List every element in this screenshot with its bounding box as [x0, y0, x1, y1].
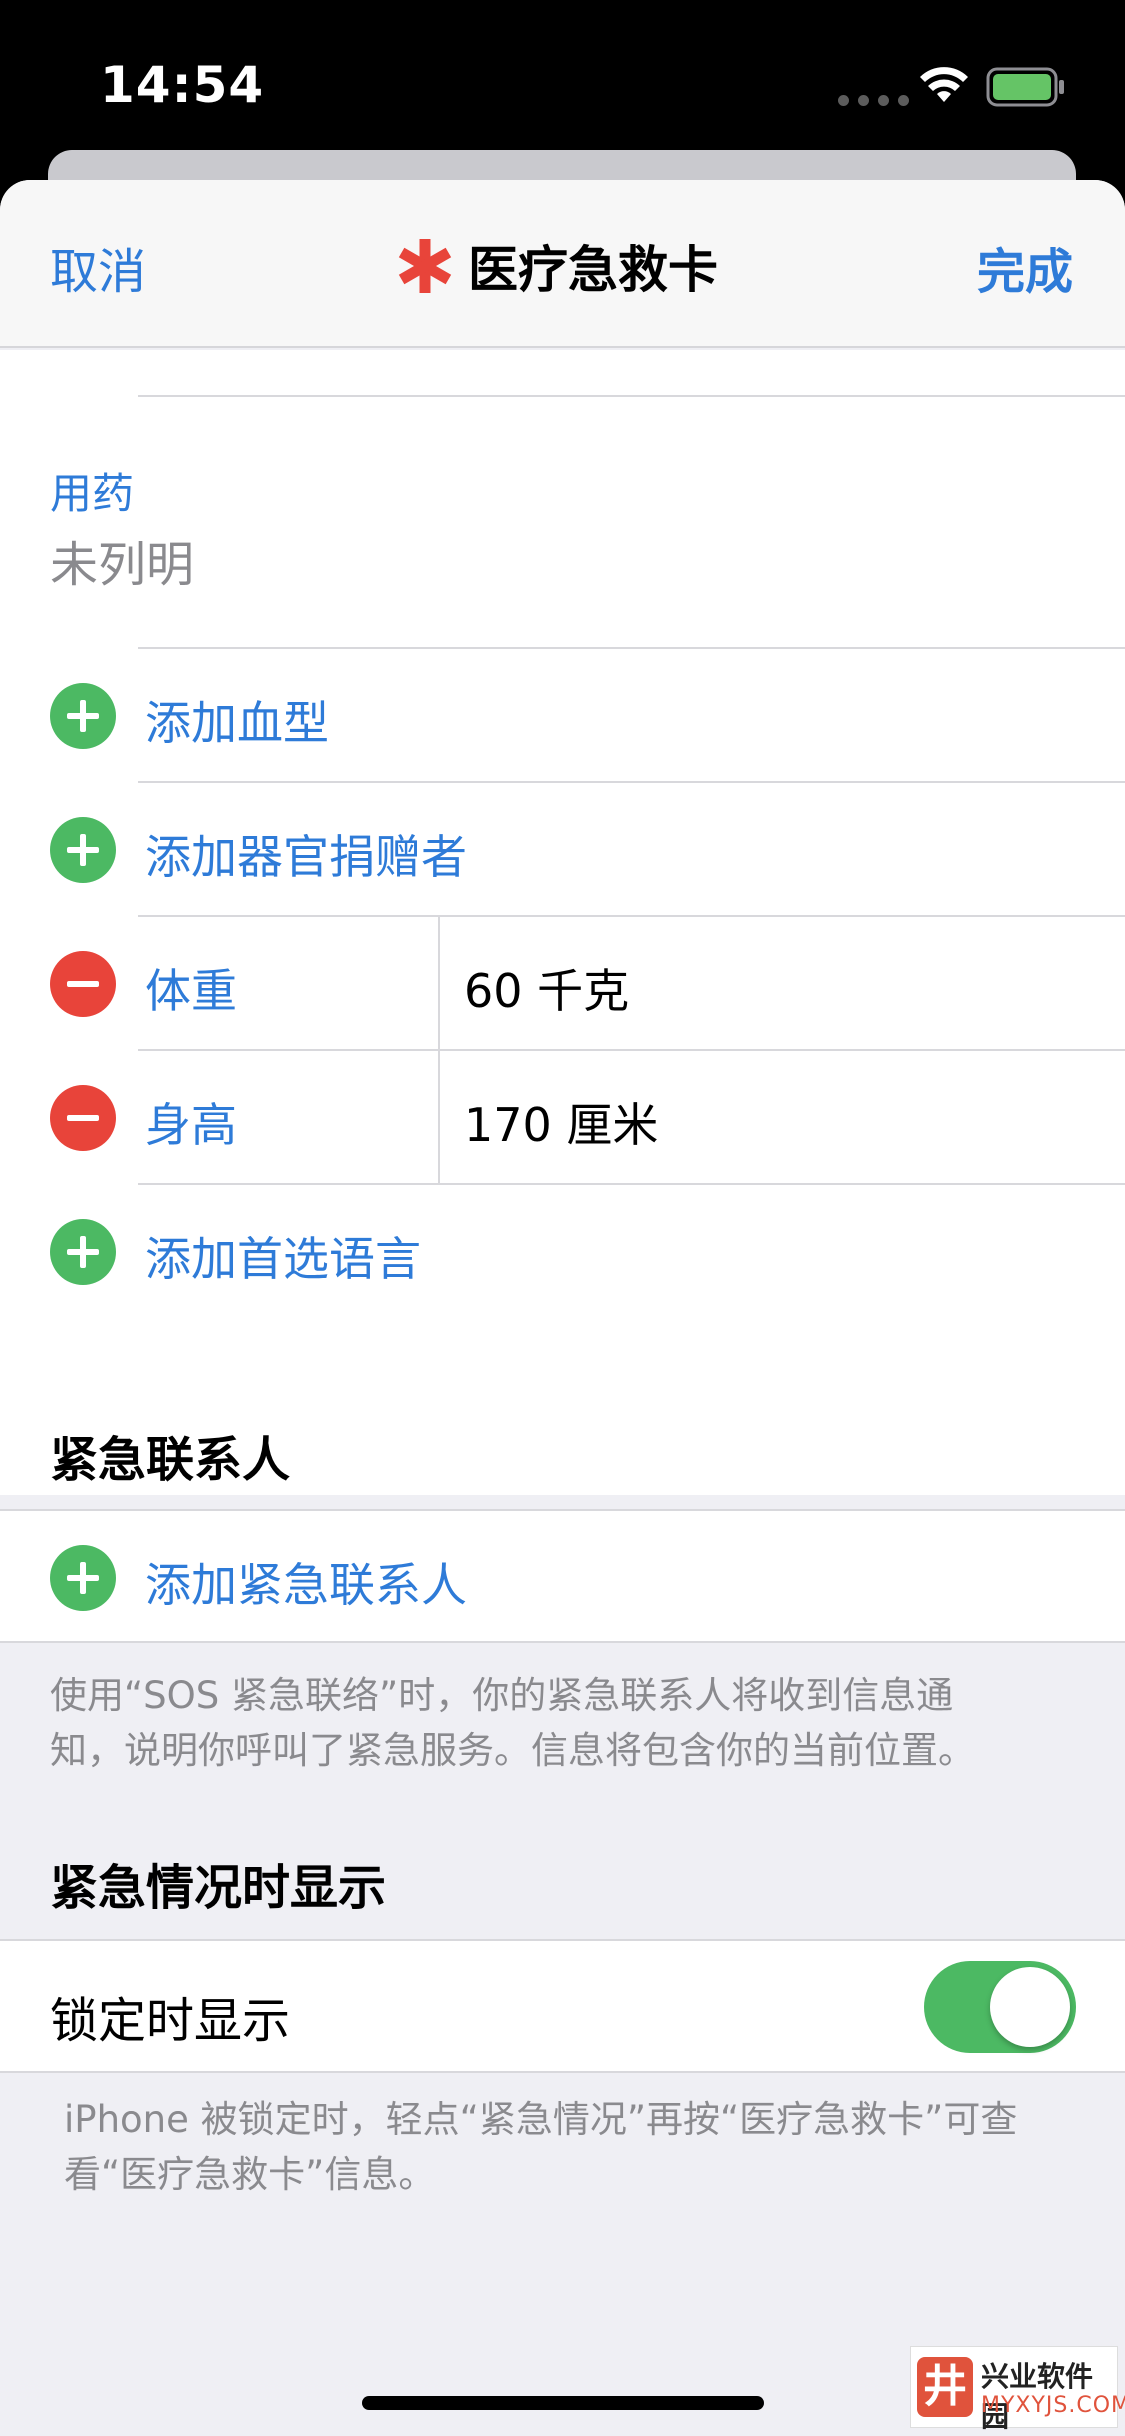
watermark-url: MYXYJS.COM: [981, 2393, 1125, 2418]
weight-row[interactable]: 体重 60 千克: [0, 917, 1125, 1049]
status-time: 14:54: [100, 56, 265, 114]
height-value[interactable]: 170 厘米: [464, 1089, 658, 1155]
add-blood-type-row[interactable]: 添加血型: [0, 649, 1125, 781]
add-emergency-contact-label[interactable]: 添加紧急联系人: [145, 1549, 467, 1615]
watermark-icon: 井: [917, 2357, 973, 2417]
wifi-icon: [920, 67, 968, 102]
footnote-line: 使用“SOS 紧急联络”时，你的紧急联系人将收到信息通: [50, 1674, 954, 1717]
medications-value[interactable]: 未列明: [50, 525, 194, 595]
column-divider: [438, 1051, 440, 1183]
height-row[interactable]: 身高 170 厘米: [0, 1051, 1125, 1183]
emergency-contacts-list: 添加紧急联系人: [0, 1509, 1125, 1643]
cancel-button[interactable]: 取消: [50, 232, 146, 302]
home-indicator[interactable]: [362, 2396, 764, 2410]
emergency-access-header: 紧急情况时显示: [50, 1860, 387, 1916]
toggle-knob[interactable]: [990, 1967, 1070, 2047]
nav-title: 医疗急救卡: [396, 230, 718, 302]
weight-value[interactable]: 60 千克: [464, 955, 629, 1021]
add-circle-icon[interactable]: [50, 817, 116, 883]
navigation-bar: 取消 医疗急救卡 完成: [0, 180, 1125, 348]
show-when-locked-toggle[interactable]: [924, 1961, 1076, 2053]
medical-star-icon: [398, 239, 452, 293]
add-circle-icon[interactable]: [50, 1545, 116, 1611]
height-label: 身高: [145, 1098, 237, 1152]
show-when-locked-label: 锁定时显示: [50, 1993, 291, 2049]
remove-circle-icon[interactable]: [50, 1085, 116, 1151]
show-when-locked-row: 锁定时显示: [0, 1939, 1125, 2073]
footnote-line: 知，说明你呼叫了紧急服务。信息将包含你的当前位置。: [50, 1729, 975, 1772]
remove-circle-icon[interactable]: [50, 951, 116, 1017]
add-language-label[interactable]: 添加首选语言: [145, 1223, 421, 1289]
add-circle-icon[interactable]: [50, 1219, 116, 1285]
emergency-contacts-footnote: 使用“SOS 紧急联络”时，你的紧急联系人将收到信息通 知，说明你呼叫了紧急服务…: [50, 1668, 975, 1778]
watermark-logo: 井 兴业软件园 MYXYJS.COM: [910, 2346, 1125, 2433]
footnote-line: iPhone 被锁定时，轻点“紧急情况”再按“医疗急救卡”可查: [64, 2098, 1018, 2141]
done-button[interactable]: 完成: [977, 232, 1073, 302]
medications-label: 用药: [50, 469, 135, 518]
emergency-access-footnote: iPhone 被锁定时，轻点“紧急情况”再按“医疗急救卡”可查 看“医疗急救卡”…: [64, 2092, 1017, 2202]
weight-label: 体重: [145, 964, 237, 1018]
battery-icon: [986, 67, 1064, 107]
screen: 14:54 取消 医疗急救卡 完成 用药 未列明 添加血型 添加器官捐赠者 体重…: [0, 0, 1125, 2436]
column-divider: [438, 917, 440, 1049]
add-organ-donor-label[interactable]: 添加器官捐赠者: [145, 821, 467, 887]
footnote-line: 看“医疗急救卡”信息。: [64, 2153, 436, 2196]
add-organ-donor-row[interactable]: 添加器官捐赠者: [0, 783, 1125, 915]
add-circle-icon[interactable]: [50, 683, 116, 749]
add-blood-type-label[interactable]: 添加血型: [145, 687, 329, 753]
medical-id-sheet: 取消 医疗急救卡 完成 用药 未列明 添加血型 添加器官捐赠者 体重 60 千克…: [0, 180, 1125, 2436]
divider: [138, 395, 1125, 397]
status-bar: 14:54: [0, 0, 1125, 150]
signal-icon: [838, 95, 909, 106]
emergency-contacts-header: 紧急联系人: [50, 1432, 291, 1488]
add-emergency-contact-row[interactable]: 添加紧急联系人: [0, 1511, 1125, 1643]
page-title: 医疗急救卡: [468, 241, 718, 299]
add-language-row[interactable]: 添加首选语言: [0, 1185, 1125, 1317]
